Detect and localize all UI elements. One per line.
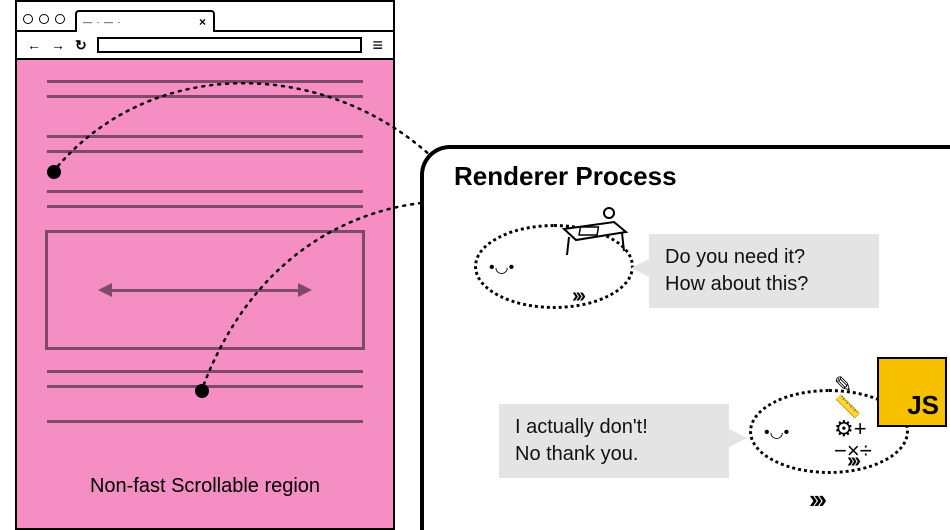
- window-traffic-lights: [23, 14, 75, 30]
- browser-toolbar: ← → ↻ ≡: [17, 32, 393, 60]
- nav-forward-icon[interactable]: →: [51, 37, 65, 53]
- content-rule: [47, 420, 363, 423]
- browser-viewport: Non-fast Scrollable region: [17, 60, 393, 528]
- content-rule: [47, 135, 363, 138]
- horizontal-double-arrow-icon: [108, 289, 302, 292]
- thread-tools-icon: ✎📏⚙︎+−×÷: [834, 374, 879, 462]
- non-fast-scrollable-region: [45, 230, 365, 350]
- tab-bar: — · — · ×: [17, 2, 393, 32]
- speech-bubble-main-thread: I actually don't! No thank you.: [499, 404, 729, 478]
- bubble-line: Do you need it?: [665, 246, 805, 268]
- bubble-line: I actually don't!: [515, 416, 648, 438]
- traffic-light-icon: [55, 14, 65, 24]
- url-bar[interactable]: [97, 37, 363, 53]
- content-rule: [47, 370, 363, 373]
- bubble-line: No thank you.: [515, 443, 638, 465]
- content-rule: [47, 150, 363, 153]
- event-dot: [195, 384, 209, 398]
- event-dot: [47, 165, 61, 179]
- compositor-desk-icon: [554, 207, 634, 257]
- browser-window: — · — · × ← → ↻ ≡ Non-fast Scrollable re…: [15, 0, 395, 530]
- speech-bubble-compositor: Do you need it? How about this?: [649, 234, 879, 308]
- content-rule: [47, 80, 363, 83]
- face-icon: •◡•: [764, 422, 789, 442]
- region-label: Non-fast Scrollable region: [17, 475, 393, 498]
- menu-icon[interactable]: ≡: [372, 36, 383, 54]
- javascript-badge: JS: [877, 357, 947, 427]
- content-rule: [47, 205, 363, 208]
- traffic-light-icon: [23, 14, 33, 24]
- js-badge-label: JS: [907, 390, 939, 421]
- chevrons-icon: ›››: [572, 285, 583, 308]
- content-rule: [47, 190, 363, 193]
- tab-title: — · — ·: [83, 17, 122, 27]
- nav-back-icon[interactable]: ←: [27, 37, 41, 53]
- trail-chevrons-icon: ›››: [809, 484, 823, 515]
- renderer-process-panel: Renderer Process •◡• ››› Do you need it?…: [420, 145, 950, 530]
- browser-tab[interactable]: — · — · ×: [75, 10, 215, 32]
- bubble-line: How about this?: [665, 273, 808, 295]
- content-rule: [47, 95, 363, 98]
- traffic-light-icon: [39, 14, 49, 24]
- renderer-process-title: Renderer Process: [454, 161, 677, 192]
- close-icon[interactable]: ×: [199, 15, 207, 29]
- nav-reload-icon[interactable]: ↻: [75, 37, 87, 54]
- face-icon: •◡•: [489, 257, 514, 277]
